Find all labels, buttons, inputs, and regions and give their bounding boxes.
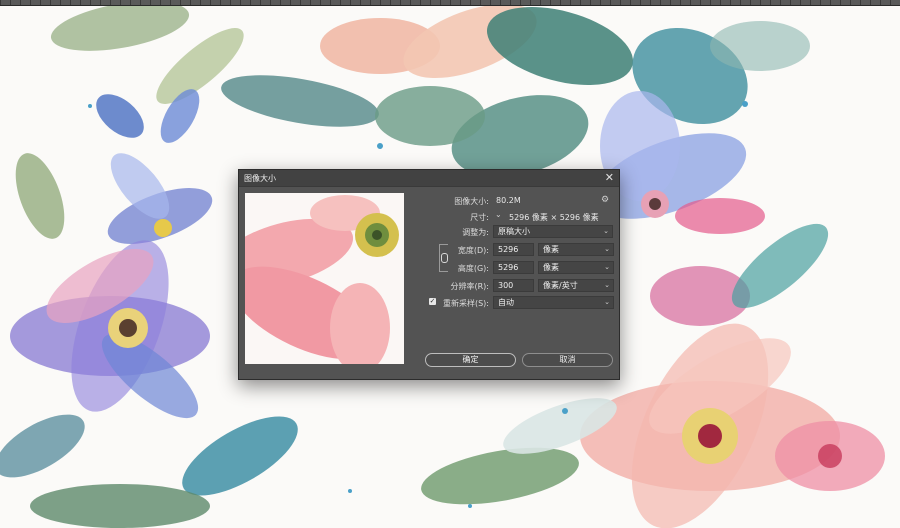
width-label: 宽度(D): <box>457 246 489 255</box>
resolution-unit-select[interactable]: 像素/英寸 ⌄ <box>538 279 614 292</box>
resolution-label: 分辨率(R): <box>450 282 490 291</box>
height-label: 高度(G): <box>457 264 489 273</box>
height-value: 5296 <box>498 263 519 272</box>
ok-label: 确定 <box>462 355 479 364</box>
preview-flower-image <box>245 193 404 364</box>
resolution-input[interactable]: 300 <box>493 279 534 292</box>
width-unit-select[interactable]: 像素 ⌄ <box>538 243 614 256</box>
chevron-down-icon: ⌄ <box>604 298 610 306</box>
close-icon[interactable]: ✕ <box>605 171 614 184</box>
height-unit-select[interactable]: 像素 ⌄ <box>538 261 614 274</box>
resample-select[interactable]: 自动 ⌄ <box>493 296 614 309</box>
image-size-dialog: 图像大小 ✕ 图像大小: 80.2M ⚙ 尺寸: ⌄ 5296 像素 × 529… <box>238 169 620 380</box>
ok-button[interactable]: 确定 <box>425 353 516 367</box>
chevron-down-icon: ⌄ <box>604 281 610 289</box>
dimensions-label: 尺寸: <box>470 213 489 222</box>
image-size-value: 80.2M <box>496 196 521 205</box>
height-unit: 像素 <box>543 263 559 272</box>
resample-label: 重新采样(S): <box>442 299 489 308</box>
cancel-label: 取消 <box>559 355 576 364</box>
gear-icon[interactable]: ⚙ <box>601 195 609 205</box>
fit-to-label: 调整为: <box>462 228 489 237</box>
dialog-title: 图像大小 <box>244 174 276 183</box>
height-input[interactable]: 5296 <box>493 261 534 274</box>
dimensions-value: 5296 像素 × 5296 像素 <box>509 213 599 222</box>
image-size-label: 图像大小: <box>454 197 489 206</box>
chevron-down-icon: ⌄ <box>604 263 610 271</box>
width-unit: 像素 <box>543 245 559 254</box>
chevron-down-icon: ⌄ <box>604 245 610 253</box>
resample-value: 自动 <box>498 298 514 307</box>
chevron-down-icon: ⌄ <box>603 227 609 235</box>
resolution-unit: 像素/英寸 <box>543 281 578 290</box>
width-value: 5296 <box>498 245 519 254</box>
width-input[interactable]: 5296 <box>493 243 534 256</box>
fit-to-select[interactable]: 原稿大小 ⌄ <box>493 225 613 238</box>
fit-to-value: 原稿大小 <box>498 227 530 236</box>
resolution-value: 300 <box>498 281 514 290</box>
chevron-down-icon[interactable]: ⌄ <box>495 210 502 219</box>
dialog-titlebar[interactable]: 图像大小 ✕ <box>239 170 619 187</box>
cancel-button[interactable]: 取消 <box>522 353 613 367</box>
image-preview[interactable] <box>245 193 404 364</box>
